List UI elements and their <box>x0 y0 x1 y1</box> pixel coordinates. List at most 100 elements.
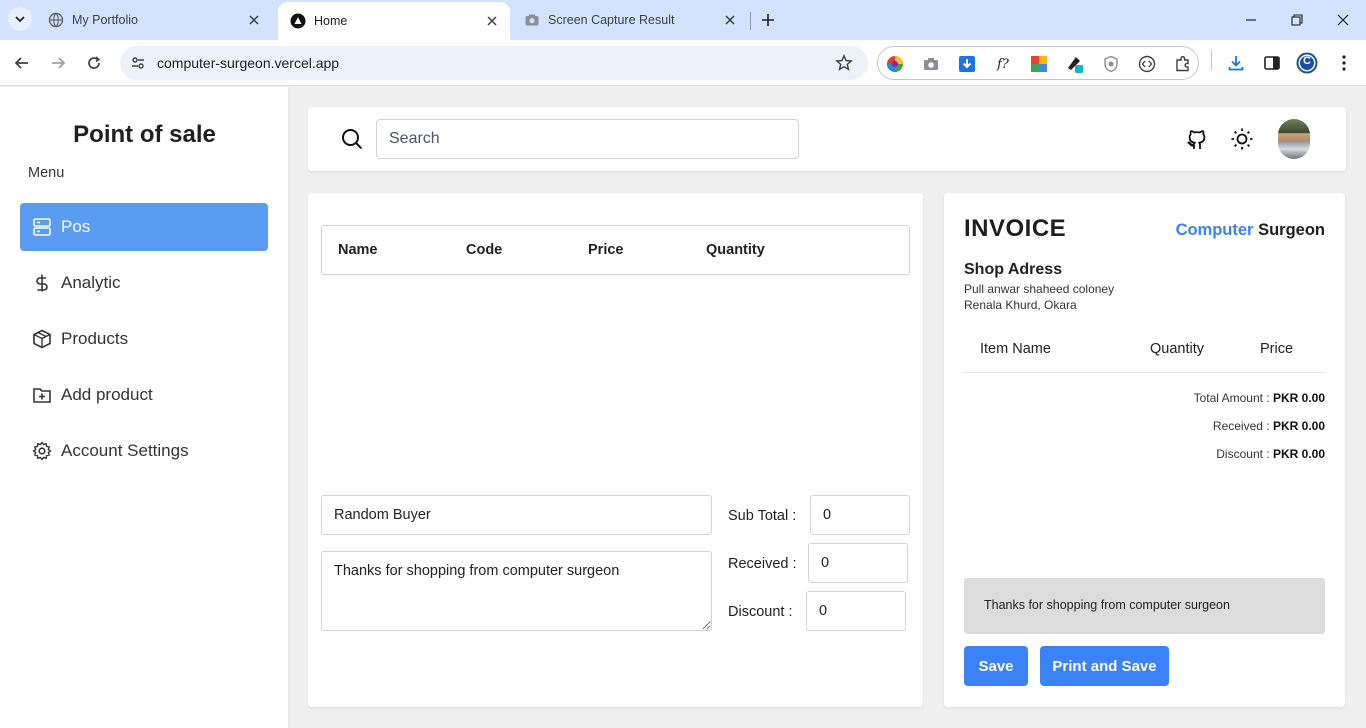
sidebar-item-label: Account Settings <box>61 441 189 460</box>
browser-menu-icon[interactable] <box>1333 52 1355 74</box>
bookmark-star-icon[interactable] <box>832 51 856 75</box>
sub-total-input[interactable] <box>810 495 910 535</box>
sidebar-item-label: Pos <box>61 217 91 236</box>
vercel-logo-icon <box>290 13 306 29</box>
folder-plus-icon <box>31 384 53 406</box>
address-bar[interactable]: computer-surgeon.vercel.app <box>120 46 868 80</box>
buyer-name-input[interactable] <box>321 495 712 535</box>
box-icon <box>31 328 53 350</box>
brand-part-computer: Computer <box>1175 221 1254 239</box>
download-extension-icon[interactable] <box>957 54 977 74</box>
print-and-save-button[interactable]: Print and Save <box>1040 646 1169 686</box>
received-row: Received : PKR 0.00 <box>1213 419 1325 433</box>
sidebar-item-account-settings[interactable]: Account Settings <box>20 427 268 475</box>
font-finder-extension-icon[interactable]: f? <box>993 54 1013 74</box>
sun-theme-icon[interactable] <box>1230 127 1254 151</box>
code-extension-icon[interactable] <box>1137 54 1157 74</box>
search-icon <box>340 127 364 151</box>
puzzle-extensions-icon[interactable] <box>1173 54 1193 74</box>
discount-row: Discount : PKR 0.00 <box>1216 447 1325 461</box>
site-info-icon[interactable] <box>128 53 148 73</box>
plus-icon <box>762 14 774 26</box>
received-input[interactable] <box>808 543 908 583</box>
received-label: Received : <box>728 556 797 572</box>
column-header-item-name: Item Name <box>980 341 1051 357</box>
tab-title: Screen Capture Result <box>548 13 675 27</box>
gear-icon <box>31 440 53 462</box>
close-icon[interactable] <box>244 10 264 30</box>
tile-extension-icon[interactable] <box>1029 54 1049 74</box>
restore-button[interactable] <box>1274 0 1320 40</box>
close-icon <box>1337 14 1349 26</box>
screenshot-extension-icon[interactable] <box>921 54 941 74</box>
cart-table-header: Name Code Price Quantity <box>321 225 910 275</box>
sidebar-item-pos[interactable]: Pos <box>20 203 268 251</box>
toolbar-divider <box>1211 50 1212 70</box>
tab-home[interactable]: Home <box>278 2 510 40</box>
tab-title: My Portfolio <box>72 13 138 27</box>
github-icon[interactable] <box>1185 127 1209 151</box>
reload-icon <box>88 56 101 69</box>
close-icon[interactable] <box>720 10 740 30</box>
forward-button[interactable] <box>44 49 72 77</box>
save-button[interactable]: Save <box>964 646 1028 686</box>
tab-my-portfolio[interactable]: My Portfolio <box>36 0 272 40</box>
new-tab-button[interactable] <box>756 8 780 32</box>
sidebar-item-add-product[interactable]: Add product <box>20 371 268 419</box>
sidebar-item-analytic[interactable]: Analytic <box>20 259 268 307</box>
total-amount-value: PKR 0.00 <box>1272 391 1325 405</box>
tab-separator <box>750 12 751 30</box>
shield-extension-icon[interactable] <box>1101 54 1121 74</box>
discount-label: Discount : <box>1216 447 1270 461</box>
side-panel-icon[interactable] <box>1261 52 1283 74</box>
pos-panel: Name Code Price Quantity Thanks for shop… <box>308 193 923 707</box>
column-header-code: Code <box>466 242 503 258</box>
received-value: PKR 0.00 <box>1272 419 1325 433</box>
note-textarea[interactable]: Thanks for shopping from computer surgeo… <box>321 551 712 631</box>
sidebar-item-products[interactable]: Products <box>20 315 268 363</box>
tab-title: Home <box>314 14 348 28</box>
restore-icon <box>1291 14 1303 26</box>
browser-toolbar: computer-surgeon.vercel.app f? C <box>0 40 1366 86</box>
sub-total-label: Sub Total : <box>728 508 797 524</box>
user-avatar[interactable] <box>1278 119 1310 159</box>
column-header-quantity: Quantity <box>1150 341 1204 357</box>
column-header-quantity: Quantity <box>706 242 765 258</box>
search-input[interactable] <box>376 119 799 159</box>
profile-avatar[interactable]: C <box>1296 52 1318 74</box>
back-button[interactable] <box>8 49 36 77</box>
total-amount-label: Total Amount : <box>1193 391 1270 405</box>
profile-initial: C <box>1303 55 1311 67</box>
close-icon[interactable] <box>482 11 502 31</box>
menu-label: Menu <box>28 165 65 181</box>
sidebar-item-label: Products <box>61 329 129 348</box>
globe-icon <box>48 12 64 28</box>
server-icon <box>31 216 53 238</box>
tab-screen-capture-result[interactable]: Screen Capture Result <box>512 0 748 40</box>
close-window-button[interactable] <box>1320 0 1366 40</box>
pen-tool-extension-icon[interactable] <box>1065 54 1085 74</box>
brand-name: Computer Surgeon <box>1176 221 1325 240</box>
received-label: Received : <box>1212 419 1270 433</box>
discount-input[interactable] <box>806 591 906 631</box>
total-amount-row: Total Amount : PKR 0.00 <box>1194 391 1325 405</box>
invoice-panel: INVOICE Computer Surgeon Shop Adress Pul… <box>944 193 1345 707</box>
arrow-right-icon <box>52 57 66 69</box>
shop-address-title: Shop Adress <box>964 261 1063 278</box>
reload-button[interactable] <box>80 49 108 77</box>
invoice-title: INVOICE <box>964 215 1067 242</box>
browser-tab-bar: My Portfolio Home Screen Capture Result <box>0 0 1366 40</box>
app-header <box>308 107 1346 171</box>
tab-search-button[interactable] <box>8 7 32 31</box>
minimize-button[interactable] <box>1228 0 1274 40</box>
downloads-icon[interactable] <box>1225 52 1247 74</box>
discount-label: Discount : <box>728 604 793 620</box>
camera-icon <box>524 12 540 28</box>
color-picker-extension-icon[interactable] <box>885 54 905 74</box>
column-header-name: Name <box>338 242 378 258</box>
discount-value: PKR 0.00 <box>1272 447 1325 461</box>
sidebar-item-label: Analytic <box>61 273 121 292</box>
dollar-icon <box>31 272 53 294</box>
arrow-left-icon <box>14 57 28 69</box>
sidebar-item-label: Add product <box>61 385 153 404</box>
